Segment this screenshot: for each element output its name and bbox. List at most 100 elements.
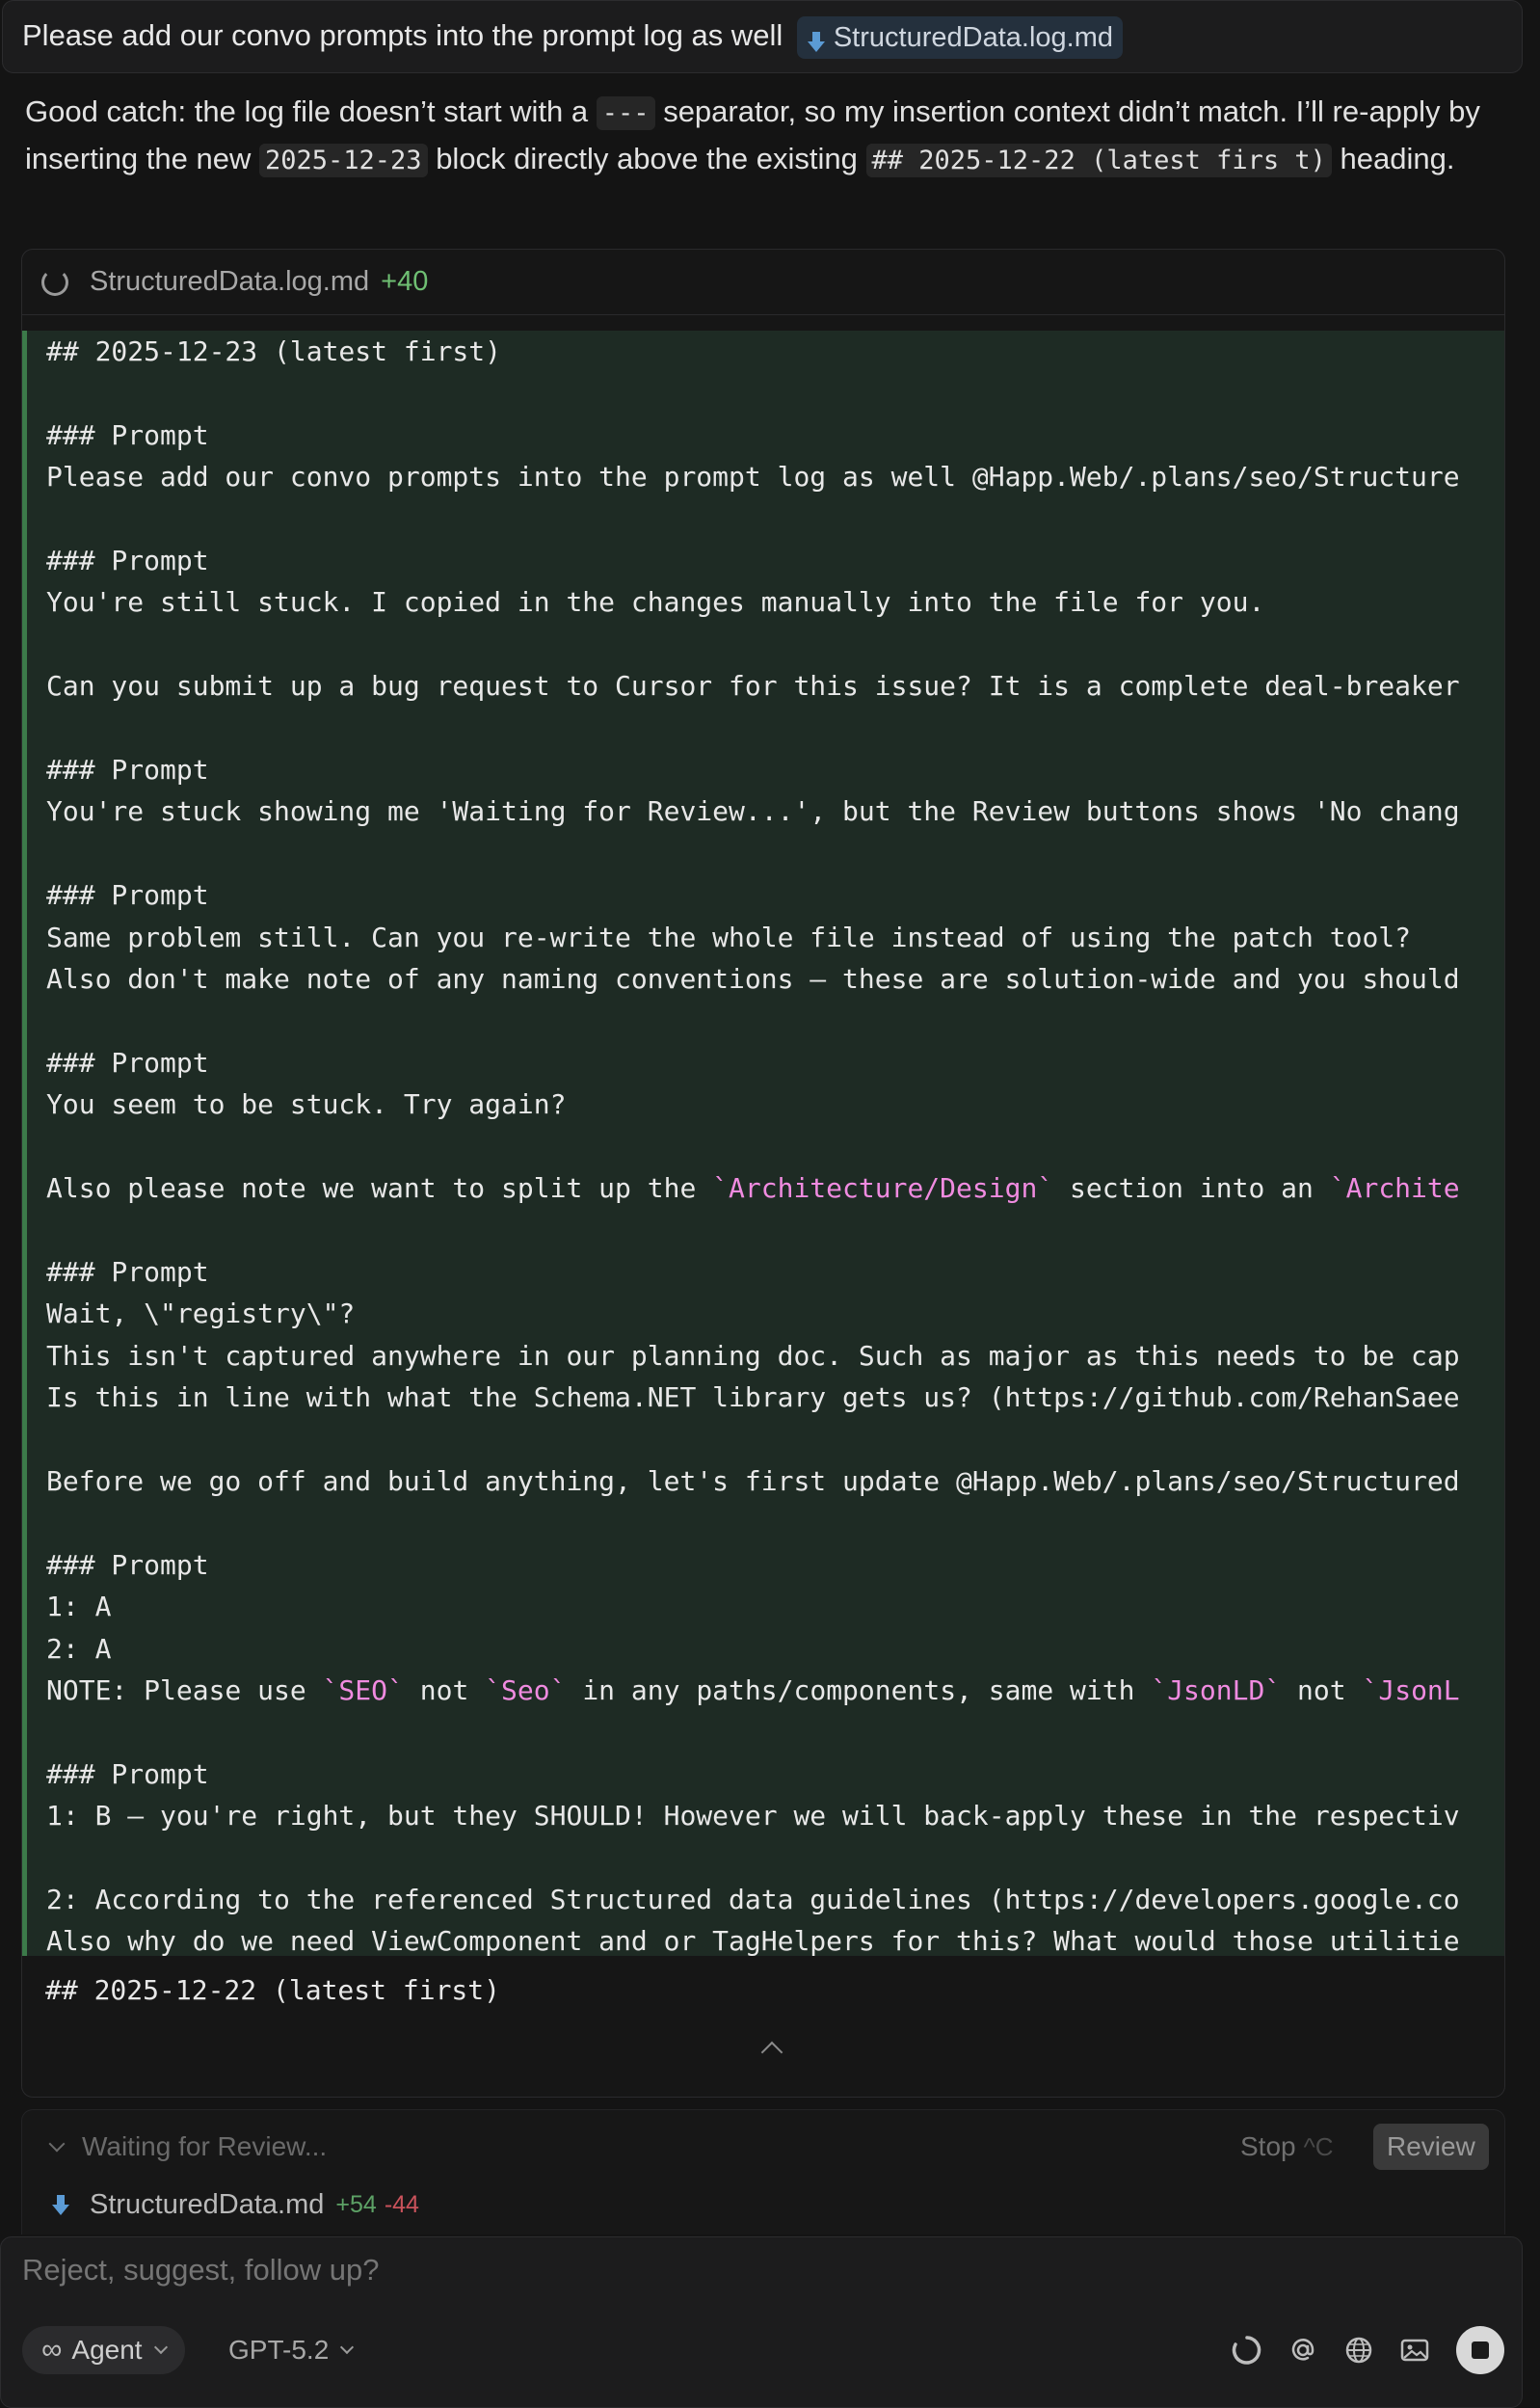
diff-line: ​ xyxy=(46,1001,1460,1042)
code-text: ### Prompt xyxy=(46,1757,209,1790)
assistant-message: Good catch: the log file doesn’t start w… xyxy=(25,89,1509,183)
changed-file-item[interactable]: StructuredData.md +54 -44 xyxy=(51,2189,419,2221)
assistant-text-segment: Good catch: the log file doesn’t start w… xyxy=(25,94,589,128)
diff-line: NOTE: Please use `SEO` not `Seo` in any … xyxy=(46,1670,1460,1711)
diff-line: ### Prompt xyxy=(46,1251,1460,1293)
diff-line: 2: A xyxy=(46,1628,1460,1670)
chevron-down-icon xyxy=(153,2340,168,2355)
diff-line: ### Prompt xyxy=(46,540,1460,581)
diff-line: You're stuck showing me 'Waiting for Rev… xyxy=(46,790,1460,832)
spinner-icon xyxy=(41,268,68,296)
code-text: Before we go off and build anything, let… xyxy=(46,1464,1460,1497)
diff-code: ## 2025-12-23 (latest first) ​ ### Prompt P… xyxy=(46,331,1460,1956)
file-mention-chip[interactable]: StructuredData.log.md xyxy=(796,15,1123,59)
assistant-text-segment: block directly above the existing xyxy=(436,142,858,175)
code-text: Please add our convo prompts into the pr… xyxy=(46,461,1460,494)
follow-up-input[interactable] xyxy=(22,2253,1468,2288)
code-text: 1: B — you're right, but they SHOULD! Ho… xyxy=(46,1800,1460,1833)
code-text: Also please note we want to split up the xyxy=(46,1172,713,1205)
chevron-down-icon xyxy=(340,2340,355,2355)
model-selector[interactable]: GPT-5.2 xyxy=(228,2326,355,2374)
diff-line: ​ xyxy=(46,624,1460,665)
diff-line: Before we go off and build anything, let… xyxy=(46,1460,1460,1502)
diff-line: You seem to be stuck. Try again? xyxy=(46,1084,1460,1125)
code-text: 2: A xyxy=(46,1632,112,1665)
code-text: ### Prompt xyxy=(46,418,209,451)
code-text: section into an xyxy=(1053,1172,1330,1205)
diff-line: Is this in line with what the Schema.NET… xyxy=(46,1377,1460,1418)
code-text: not xyxy=(1281,1674,1363,1706)
code-text: Can you submit up a bug request to Curso… xyxy=(46,670,1460,703)
code-text: You're still stuck. I copied in the chan… xyxy=(46,586,1265,619)
diff-line: ​ xyxy=(46,1837,1460,1879)
diff-line: Can you submit up a bug request to Curso… xyxy=(46,665,1460,707)
code-text: Also why do we need ViewComponent and or… xyxy=(46,1925,1460,1956)
file-chip-label: StructuredData.log.md xyxy=(833,21,1113,53)
diff-line: ### Prompt xyxy=(46,1042,1460,1084)
diff-header[interactable]: StructuredData.log.md +40 xyxy=(22,250,1504,315)
markdown-file-icon xyxy=(51,2193,70,2218)
code-text: ### Prompt xyxy=(46,754,209,787)
code-text: This isn't captured anywhere in our plan… xyxy=(46,1339,1460,1372)
review-status-text: Waiting for Review... xyxy=(82,2131,328,2161)
at-icon[interactable] xyxy=(1287,2334,1319,2367)
diff-line: 1: B — you're right, but they SHOULD! Ho… xyxy=(46,1795,1460,1836)
code-text: Is this in line with what the Schema.NET… xyxy=(46,1381,1460,1414)
code-text: Same problem still. Can you re-write the… xyxy=(46,921,1412,953)
code-text: 2: According to the referenced Structure… xyxy=(46,1884,1460,1916)
code-text: Wait, \"registry\"? xyxy=(46,1298,356,1330)
diff-line: ## 2025-12-23 (latest first) xyxy=(46,331,1460,372)
diff-line: Also don't make note of any naming conve… xyxy=(46,958,1460,1000)
diff-line: Also why do we need ViewComponent and or… xyxy=(46,1920,1460,1956)
assistant-text-segment: heading. xyxy=(1340,142,1455,175)
file-diff-panel: StructuredData.log.md +40 ## 2025-12-23 … xyxy=(21,249,1505,2098)
chevron-up-icon[interactable] xyxy=(760,2041,783,2064)
stop-shortcut: ^C xyxy=(1303,2132,1334,2161)
mode-label: Agent xyxy=(71,2335,143,2365)
diff-line: ​ xyxy=(46,372,1460,414)
code-text: ### Prompt xyxy=(46,545,209,577)
inline-code: 2025-12-23 xyxy=(259,144,428,177)
diff-line: You're still stuck. I copied in the chan… xyxy=(46,581,1460,623)
diff-line: ### Prompt xyxy=(46,874,1460,916)
markdown-file-icon xyxy=(807,25,826,52)
globe-icon[interactable] xyxy=(1342,2334,1375,2367)
stop-icon xyxy=(1472,2341,1489,2359)
diff-line: Wait, \"registry\"? xyxy=(46,1293,1460,1334)
stop-label: Stop xyxy=(1240,2131,1296,2161)
code-highlight: `Architecture/Design` xyxy=(712,1172,1054,1205)
code-highlight: `Seo` xyxy=(485,1674,567,1706)
code-text: You're stuck showing me 'Waiting for Rev… xyxy=(46,795,1460,828)
stop-button[interactable]: Stop ^C xyxy=(1240,2131,1334,2162)
diff-line: Same problem still. Can you re-write the… xyxy=(46,917,1460,958)
mode-selector[interactable]: ∞ Agent xyxy=(22,2326,185,2374)
user-message-text: Please add our convo prompts into the pr… xyxy=(22,18,783,52)
stop-generation-button[interactable] xyxy=(1456,2326,1504,2374)
code-text: ### Prompt xyxy=(46,1046,209,1079)
image-icon[interactable] xyxy=(1398,2334,1431,2367)
diff-line: ​ xyxy=(46,1126,1460,1167)
code-text: ### Prompt xyxy=(46,879,209,912)
user-message-bubble[interactable]: Please add our convo prompts into the pr… xyxy=(2,0,1523,73)
code-highlight: `JsonL xyxy=(1362,1674,1460,1706)
deletions-count: -44 xyxy=(384,2191,419,2218)
code-text: 1: A xyxy=(46,1591,112,1623)
diff-line: ​ xyxy=(46,498,1460,540)
review-button[interactable]: Review xyxy=(1373,2124,1489,2170)
diff-line: ### Prompt xyxy=(46,1544,1460,1586)
infinity-icon: ∞ xyxy=(41,2334,63,2366)
code-text: ## 2025-12-23 (latest first) xyxy=(46,335,502,367)
code-text: ### Prompt xyxy=(46,1255,209,1288)
additions-count: +54 xyxy=(335,2191,377,2218)
composer: ∞ Agent GPT-5.2 xyxy=(0,2236,1523,2408)
code-text: not xyxy=(403,1674,486,1706)
changed-file-name: StructuredData.md xyxy=(90,2189,325,2220)
diff-line: This isn't captured anywhere in our plan… xyxy=(46,1335,1460,1377)
diff-line: ​ xyxy=(46,708,1460,749)
diff-line: ​ xyxy=(46,1711,1460,1752)
diff-line: ​ xyxy=(46,1502,1460,1543)
code-text: in any paths/components, same with xyxy=(566,1674,1152,1706)
review-status-toggle[interactable]: Waiting for Review... xyxy=(48,2131,328,2162)
model-label: GPT-5.2 xyxy=(228,2335,330,2365)
diff-line: ​ xyxy=(46,1210,1460,1251)
